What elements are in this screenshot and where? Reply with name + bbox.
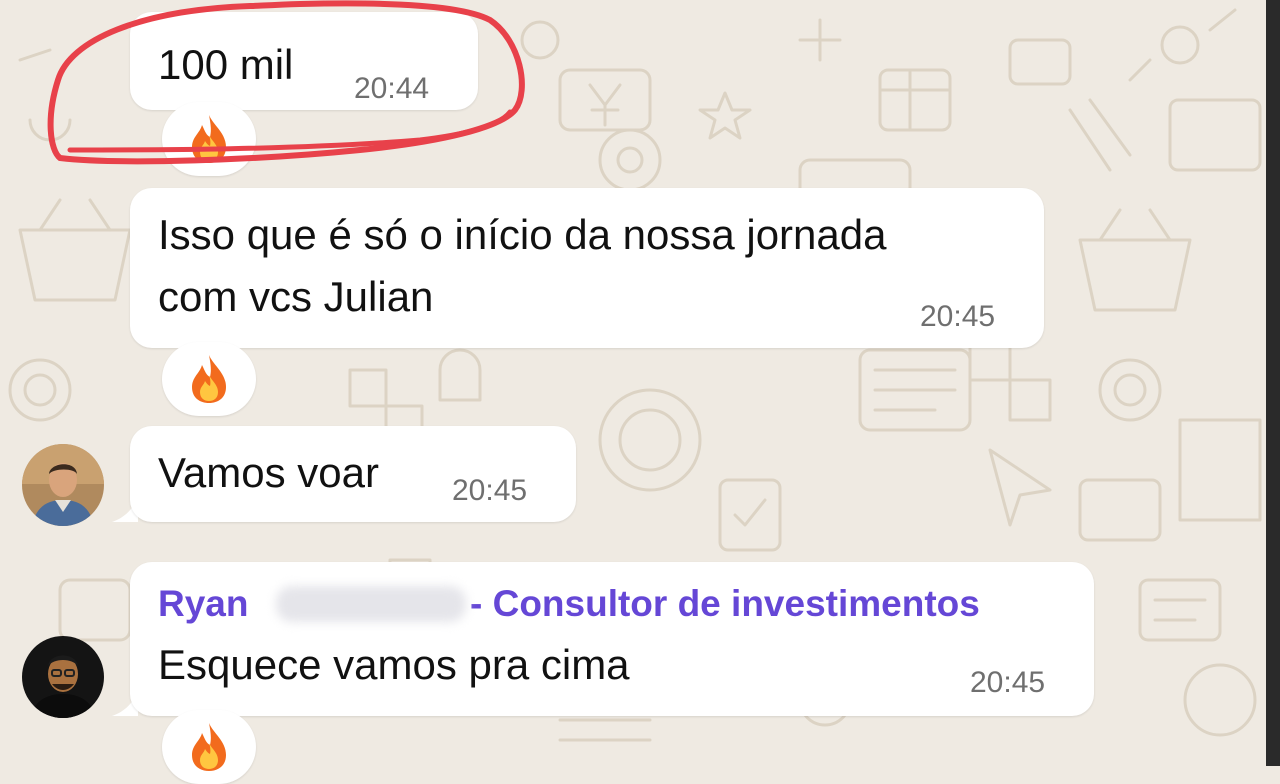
message-bubble[interactable]: Vamos voar 20:45 xyxy=(130,426,576,522)
fire-emoji-icon xyxy=(192,355,226,403)
fire-emoji-icon xyxy=(192,723,226,771)
message-time: 20:45 xyxy=(452,474,528,507)
avatar[interactable] xyxy=(22,444,104,526)
message-bubble[interactable]: Isso que é só o início da nossa jornada … xyxy=(130,188,1044,348)
redacted-name-mask xyxy=(276,586,466,622)
sender-name-first[interactable]: Ryan xyxy=(158,582,248,626)
message-time: 20:45 xyxy=(920,300,996,333)
screen-edge xyxy=(1266,0,1280,766)
message-time: 20:45 xyxy=(970,666,1046,699)
message-bubble[interactable]: 100 mil 20:44 xyxy=(130,12,478,110)
fire-emoji-icon xyxy=(192,115,226,163)
message-text-line-1: Isso que é só o início da nossa jornada xyxy=(158,211,887,258)
message-text: Esquece vamos pra cima xyxy=(158,641,630,688)
message-bubble[interactable]: Ryan - Consultor de investimentos Esquec… xyxy=(130,562,1094,716)
avatar[interactable] xyxy=(22,636,104,718)
sender-name-rest[interactable]: - Consultor de investimentos xyxy=(470,582,980,626)
reaction-badge[interactable] xyxy=(162,102,256,176)
message-text-line-2: com vcs Julian xyxy=(158,273,434,320)
message-text: 100 mil xyxy=(158,41,294,88)
message-text: Vamos voar xyxy=(158,449,379,496)
reaction-badge[interactable] xyxy=(162,342,256,416)
reaction-badge[interactable] xyxy=(162,710,256,784)
message-time: 20:44 xyxy=(354,72,430,105)
